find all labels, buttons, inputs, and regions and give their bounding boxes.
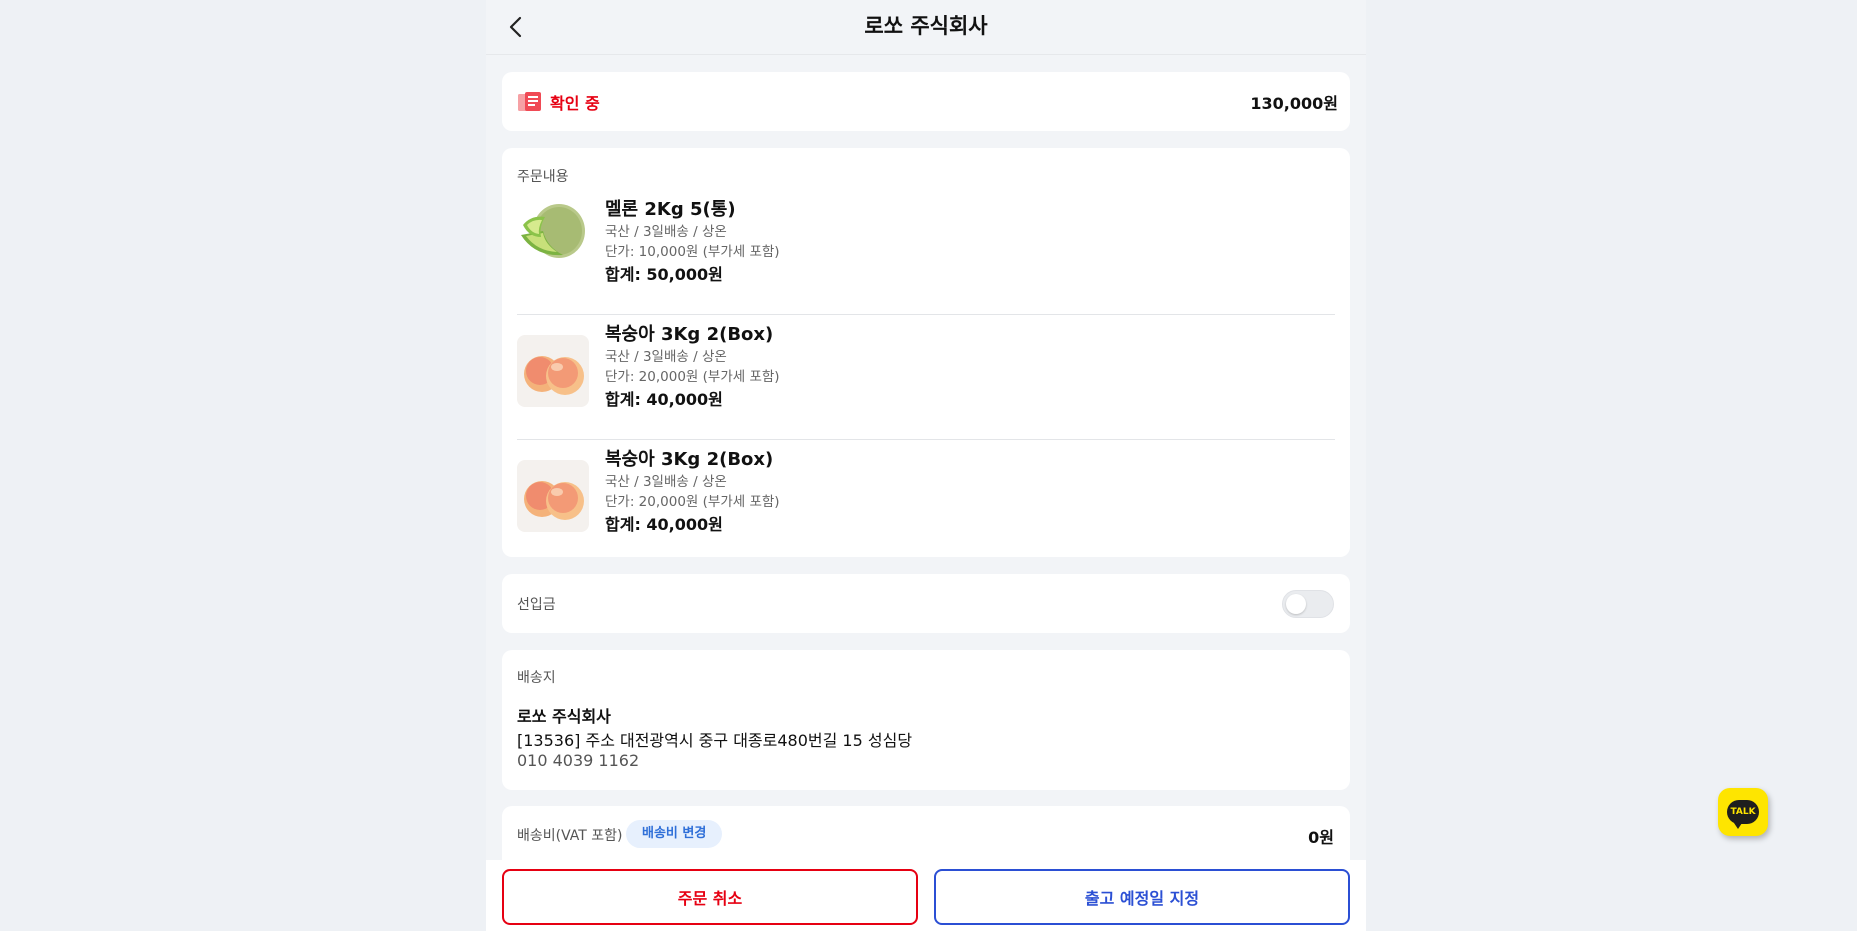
item-meta: 국산 / 3일배송 / 상온 [605,349,727,365]
order-items-card: 주문내용 멜론 2Kg 5(통) 국산 / 3일배송 / 상온 단가: 10,0… [502,148,1350,557]
peach-icon [517,460,589,532]
kakao-talk-button[interactable]: TALK [1718,788,1768,836]
delivery-address-card: 배송지 로쏘 주식회사 [13536] 주소 대전광역시 중구 대종로480번길… [502,650,1350,790]
prepay-toggle[interactable] [1282,590,1334,618]
recipient-name: 로쏘 주식회사 [517,707,611,726]
change-shipping-fee-button[interactable]: 배송비 변경 [626,820,723,848]
item-name: 복숭아 3Kg 2(Box) [605,449,774,470]
order-item[interactable]: 복숭아 3Kg 2(Box) 국산 / 3일배송 / 상온 단가: 20,000… [517,315,1335,440]
toggle-knob [1286,594,1306,614]
status-label: 확인 중 [550,94,600,113]
order-status-card: 확인 중 130,000원 [502,72,1350,131]
item-unit-price: 단가: 20,000원 (부가세 포함) [605,369,780,385]
address-line: [13536] 주소 대전광역시 중구 대종로480번길 15 성심당 [517,731,913,750]
item-name: 멜론 2Kg 5(통) [605,199,736,220]
prepay-card: 선입금 [502,574,1350,633]
melon-icon [517,197,589,269]
bottom-action-bar: 주문 취소 출고 예정일 지정 [486,860,1366,931]
cancel-order-button[interactable]: 주문 취소 [502,869,918,925]
page-title: 로쏘 주식회사 [864,14,988,38]
order-detail-screen: 로쏘 주식회사 확인 중 130,000원 주문내용 멜론 2Kg 5(통) 국… [486,0,1366,931]
document-status-icon [518,92,541,111]
order-item[interactable]: 복숭아 3Kg 2(Box) 국산 / 3일배송 / 상온 단가: 20,000… [517,440,1335,565]
item-meta: 국산 / 3일배송 / 상온 [605,474,727,490]
item-unit-price: 단가: 10,000원 (부가세 포함) [605,244,780,260]
order-section-label: 주문내용 [517,169,569,185]
chat-bubble-icon: TALK [1727,800,1759,829]
peach-icon [517,335,589,407]
item-subtotal: 합계: 40,000원 [605,515,723,534]
item-subtotal: 합계: 40,000원 [605,390,723,409]
header: 로쏘 주식회사 [486,0,1366,55]
order-total: 130,000원 [1250,94,1338,113]
item-meta: 국산 / 3일배송 / 상온 [605,224,727,240]
item-name: 복숭아 3Kg 2(Box) [605,324,774,345]
item-unit-price: 단가: 20,000원 (부가세 포함) [605,494,780,510]
prepay-label: 선입금 [517,597,556,613]
order-item[interactable]: 멜론 2Kg 5(통) 국산 / 3일배송 / 상온 단가: 10,000원 (… [517,190,1335,315]
shipping-fee-value: 0원 [1308,828,1334,847]
address-section-label: 배송지 [517,670,556,686]
item-subtotal: 합계: 50,000원 [605,265,723,284]
set-ship-date-button[interactable]: 출고 예정일 지정 [934,869,1350,925]
recipient-phone: 010 4039 1162 [517,751,640,770]
shipping-fee-label: 배송비(VAT 포함) [517,828,623,844]
